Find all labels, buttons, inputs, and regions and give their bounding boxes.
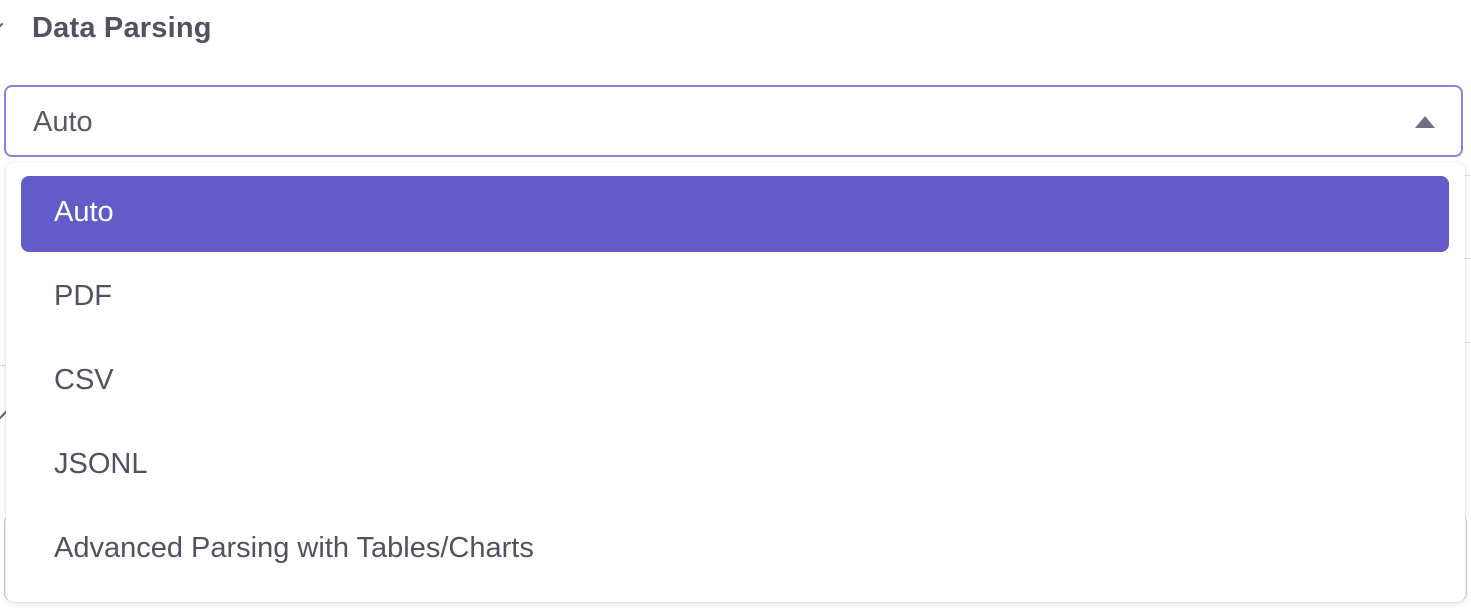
- menu-option-label: JSONL: [54, 448, 148, 480]
- menu-option-label: CSV: [54, 364, 114, 396]
- section-title: Data Parsing: [32, 12, 212, 44]
- menu-option-csv[interactable]: CSV: [21, 344, 1449, 420]
- data-parsing-select[interactable]: Auto: [4, 85, 1463, 157]
- menu-option-label: Auto: [54, 196, 114, 228]
- menu-option-label: PDF: [54, 280, 112, 312]
- menu-option-advanced-parsing[interactable]: Advanced Parsing with Tables/Charts: [21, 512, 1449, 588]
- select-value: Auto: [33, 106, 93, 138]
- caret-up-icon[interactable]: [1415, 116, 1435, 128]
- page: Data Parsing Auto Auto PDF CSV JSONL Adv…: [0, 0, 1471, 608]
- chevron-down-icon[interactable]: [0, 20, 8, 36]
- menu-option-pdf[interactable]: PDF: [21, 260, 1449, 336]
- menu-option-label: Advanced Parsing with Tables/Charts: [54, 532, 534, 564]
- dropdown-menu: Auto PDF CSV JSONL Advanced Parsing with…: [6, 162, 1465, 602]
- menu-option-jsonl[interactable]: JSONL: [21, 428, 1449, 504]
- menu-option-auto[interactable]: Auto: [21, 176, 1449, 252]
